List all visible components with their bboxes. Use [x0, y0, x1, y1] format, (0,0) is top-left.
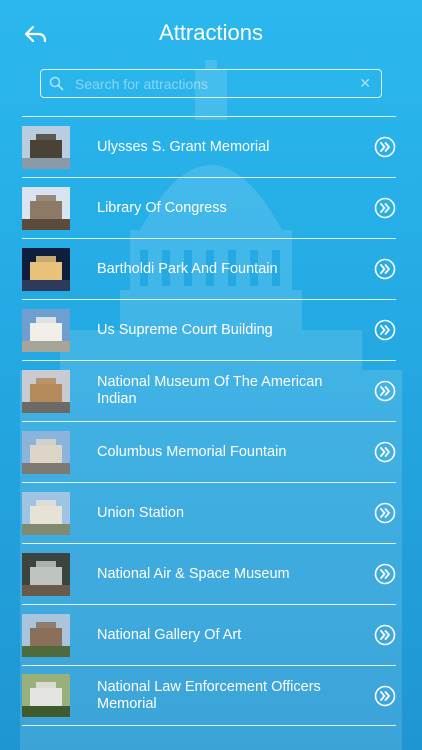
attraction-thumbnail [22, 613, 70, 657]
attraction-label: National Gallery Of Art [97, 626, 242, 643]
chevron-right-circle-icon[interactable] [374, 258, 396, 280]
attraction-row[interactable]: National Air & Space Museum [22, 543, 396, 604]
attraction-row[interactable]: National Gallery Of Art [22, 604, 396, 665]
attraction-thumbnail [22, 369, 70, 413]
attraction-row[interactable]: Ulysses S. Grant Memorial [22, 116, 396, 177]
search-input[interactable] [75, 75, 360, 92]
attraction-thumbnail [22, 247, 70, 291]
attraction-label: Us Supreme Court Building [97, 321, 273, 338]
chevron-right-circle-icon[interactable] [374, 197, 396, 219]
chevron-right-circle-icon[interactable] [374, 685, 396, 707]
attraction-thumbnail [22, 308, 70, 352]
attraction-thumbnail [22, 125, 70, 169]
app-header: Attractions [0, 0, 422, 66]
chevron-right-circle-icon[interactable] [374, 319, 396, 341]
search-icon [49, 76, 65, 92]
attraction-thumbnail [22, 491, 70, 535]
attraction-row[interactable]: Columbus Memorial Fountain [22, 421, 396, 482]
attraction-label: Ulysses S. Grant Memorial [97, 138, 270, 155]
attraction-row[interactable]: National Law Enforcement Officers Memori… [22, 665, 396, 726]
attraction-label: Bartholdi Park And Fountain [97, 260, 278, 277]
attraction-row[interactable]: National Museum Of The American Indian [22, 360, 396, 421]
attraction-row[interactable]: Library Of Congress [22, 177, 396, 238]
chevron-right-circle-icon[interactable] [374, 502, 396, 524]
attraction-label: National Air & Space Museum [97, 565, 290, 582]
attraction-row[interactable]: Bartholdi Park And Fountain [22, 238, 396, 299]
attraction-row[interactable]: Union Station [22, 482, 396, 543]
search-bar[interactable]: ✕ [40, 69, 382, 98]
chevron-right-circle-icon[interactable] [374, 624, 396, 646]
attraction-label: Union Station [97, 504, 185, 521]
attractions-list: Ulysses S. Grant Memorial Library Of Cong… [22, 116, 396, 726]
attraction-thumbnail [22, 674, 70, 717]
attraction-label: National Law Enforcement Officers Memori… [97, 678, 321, 712]
page-title: Attractions [159, 20, 263, 45]
chevron-right-circle-icon[interactable] [374, 563, 396, 585]
attraction-thumbnail [22, 430, 70, 474]
attraction-label: Columbus Memorial Fountain [97, 443, 287, 460]
attraction-row[interactable]: Us Supreme Court Building [22, 299, 396, 360]
clear-search-icon[interactable]: ✕ [359, 75, 371, 92]
attraction-label: National Museum Of The American Indian [97, 374, 323, 407]
chevron-right-circle-icon[interactable] [374, 441, 396, 463]
chevron-right-circle-icon[interactable] [374, 136, 396, 158]
attraction-thumbnail [22, 186, 70, 230]
attraction-thumbnail [22, 552, 70, 596]
chevron-right-circle-icon[interactable] [374, 380, 396, 402]
attraction-label: Library Of Congress [97, 199, 227, 216]
